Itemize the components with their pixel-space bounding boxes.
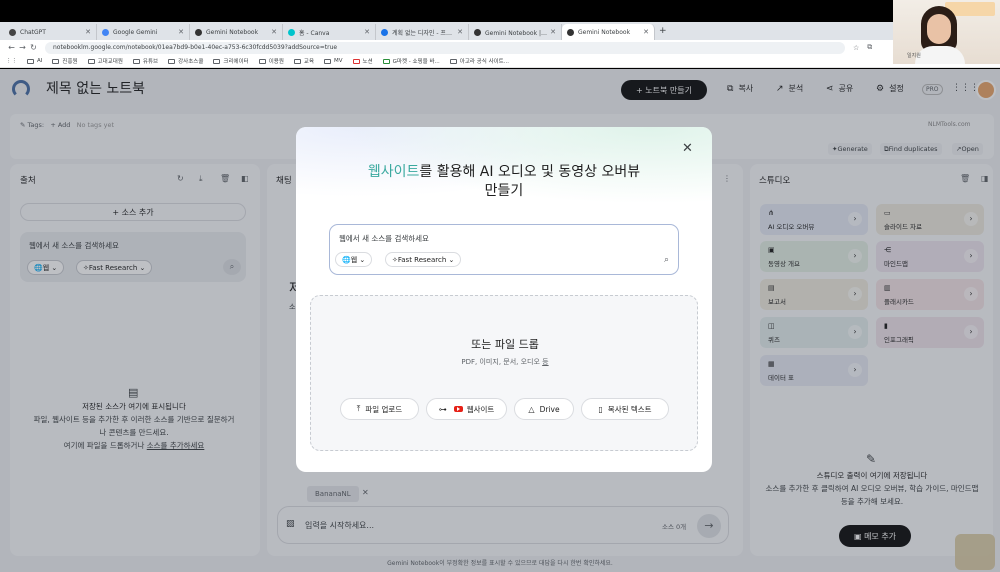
website-button[interactable]: ⊶ 웹사이트	[426, 398, 507, 420]
forward-icon[interactable]: →	[17, 43, 28, 52]
chevron-down-icon: ⌄	[446, 255, 455, 264]
bookmark-item[interactable]: 노션	[352, 57, 373, 65]
bookmark-item[interactable]: 강사초스쿨	[168, 57, 203, 65]
webcam-overlay: 일지원	[893, 0, 1000, 64]
tab-close-icon[interactable]: ✕	[643, 28, 649, 36]
tab-close-icon[interactable]: ✕	[178, 28, 184, 36]
tab-favicon-icon	[381, 28, 388, 36]
browser-tab-active[interactable]: Gemini Notebook ✕	[562, 24, 655, 40]
modal-search-box: 웹에서 새 소스를 검색하세요 🌐 웹 ⌄ ✧ Fast Research ⌄ …	[329, 224, 679, 275]
folder-icon	[293, 58, 301, 64]
search-icon[interactable]: ⌕	[664, 255, 669, 265]
browser-tab[interactable]: ChatGPT ✕	[4, 24, 97, 40]
paste-text-button[interactable]: ▯ 복사된 텍스트	[581, 398, 669, 420]
extensions-icon[interactable]: ⧉	[867, 43, 872, 52]
tab-favicon-icon	[474, 28, 481, 36]
chevron-down-icon: ⌄	[357, 255, 366, 264]
tab-close-icon[interactable]: ✕	[457, 28, 463, 36]
modal-research-dropdown[interactable]: ✧ Fast Research ⌄	[385, 252, 462, 267]
clipboard-icon: ▯	[598, 404, 603, 414]
apps-grid-icon[interactable]: ⋮⋮	[6, 58, 17, 64]
bookmark-item[interactable]: G마켓 - 쇼핑을 바...	[382, 57, 440, 65]
globe-icon: 🌐	[342, 255, 351, 264]
tab-favicon-icon	[9, 28, 16, 36]
browser-tab[interactable]: 홈 - Canva ✕	[283, 24, 376, 40]
folder-icon	[27, 58, 34, 64]
tab-close-icon[interactable]: ✕	[364, 28, 370, 36]
tab-close-icon[interactable]: ✕	[271, 28, 277, 36]
bookmark-item[interactable]: AI	[27, 58, 42, 64]
screen-top-bar	[0, 0, 1000, 22]
youtube-icon	[453, 406, 463, 412]
drive-button[interactable]: △ Drive	[514, 398, 574, 420]
drive-icon: △	[528, 404, 535, 414]
browser-tab[interactable]: Gemini Notebook ✕	[190, 24, 283, 40]
tab-favicon-icon	[567, 28, 574, 36]
gmarket-icon	[382, 58, 390, 64]
folder-icon	[132, 58, 140, 64]
file-drop-zone[interactable]: 또는 파일 드롭 PDF, 이미지, 문서, 오디오 등 ⤒ 파일 업로드 ⊶ 웹사…	[310, 295, 698, 451]
bookmark-item[interactable]: 고대교대원	[87, 57, 123, 65]
browser-tab[interactable]: Gemini Notebook | AI 조사 도✕	[469, 24, 562, 40]
modal-title: 웹사이트를 활용해 AI 오디오 및 동영상 오버뷰 만들기	[367, 164, 641, 199]
back-icon[interactable]: ←	[6, 43, 17, 52]
folder-icon	[258, 58, 266, 64]
bookmark-item[interactable]: 크리에이터	[213, 57, 249, 65]
tab-favicon-icon	[288, 28, 295, 36]
pin-icon	[352, 58, 360, 64]
drop-title: 또는 파일 드롭	[471, 338, 539, 351]
bookmarks-bar: ⋮⋮ AI 진흥원 고대교대원 유튜브 강사초스쿨 크리에이터 이용원 교육 M…	[0, 55, 1000, 68]
folder-icon	[52, 58, 60, 64]
modal-web-dropdown[interactable]: 🌐 웹 ⌄	[335, 252, 373, 267]
tab-close-icon[interactable]: ✕	[550, 28, 556, 36]
new-tab-icon[interactable]: +	[659, 26, 667, 36]
upload-file-button[interactable]: ⤒ 파일 업로드	[340, 398, 419, 420]
bookmark-item[interactable]: 진흥원	[52, 57, 78, 65]
modal-search-input[interactable]: 웹에서 새 소스를 검색하세요	[339, 233, 429, 244]
folder-icon	[324, 58, 332, 64]
folder-icon	[87, 58, 95, 64]
tab-favicon-icon	[195, 28, 202, 36]
bookmark-item[interactable]: MV	[324, 58, 343, 64]
drop-subtitle: PDF, 이미지, 문서, 오디오 등	[461, 358, 549, 366]
webcam-person-body	[915, 46, 965, 64]
browser-tab[interactable]: Google Gemini ✕	[97, 24, 190, 40]
file-types-link[interactable]: 등	[542, 358, 548, 366]
folder-icon	[213, 58, 221, 64]
bookmark-item[interactable]: 아고라 공식 사이트...	[449, 57, 509, 65]
bookmark-star-icon[interactable]: ☆	[853, 44, 859, 52]
browser-tab-strip: ChatGPT ✕ Google Gemini ✕ Gemini Notebook ✕…	[0, 22, 1000, 40]
url-input[interactable]: notebooklm.google.com/notebook/01ea7bd9-…	[45, 41, 845, 54]
bookmark-item[interactable]: 이용원	[258, 57, 284, 65]
bookmark-item[interactable]: 교육	[293, 57, 314, 65]
reload-icon[interactable]: ↻	[28, 43, 39, 52]
tab-favicon-icon	[102, 28, 109, 36]
link-icon: ⊶	[438, 404, 447, 414]
tab-close-icon[interactable]: ✕	[85, 28, 91, 36]
browser-address-bar: ← → ↻ notebooklm.google.com/notebook/01e…	[0, 40, 1000, 55]
site-icon	[449, 58, 457, 64]
close-icon[interactable]: ✕	[682, 141, 693, 156]
webcam-person-face	[927, 14, 951, 44]
upload-icon: ⤒	[356, 404, 361, 413]
add-source-modal: ✕ 웹사이트를 활용해 AI 오디오 및 동영상 오버뷰 만들기 웹에서 새 소…	[296, 127, 712, 472]
folder-icon	[168, 58, 176, 64]
browser-tab[interactable]: 계획 없는 디자인 - 프레젠테이✕	[376, 24, 469, 40]
webcam-name-label: 일지원	[907, 53, 921, 59]
bookmark-item[interactable]: 유튜브	[132, 57, 158, 65]
